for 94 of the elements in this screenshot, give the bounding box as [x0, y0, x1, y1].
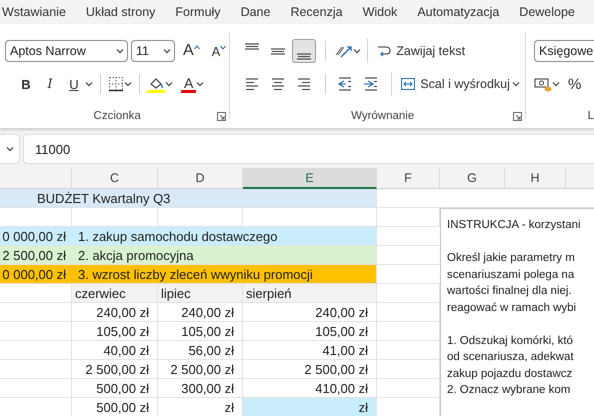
font-color-button[interactable]: A: [181, 75, 196, 93]
increase-indent-icon: [363, 76, 380, 92]
ribbon-tab[interactable]: Dewelope: [509, 5, 585, 19]
scenario-label: 3. wzrost liczby zleceń wwyniku promocji: [77, 266, 313, 282]
dialog-launcher-icon: [217, 112, 226, 121]
value-cell: 105,00 zł: [243, 322, 377, 341]
instruction-text: wartości finalnej dla niej.: [447, 284, 572, 299]
amount-cell-text: 2 500,00 zł: [1, 248, 67, 262]
instruction-text: 2. Oznacz wybrane kom: [447, 383, 570, 398]
caret-icon: [353, 48, 362, 54]
grow-font-button[interactable]: A: [180, 40, 203, 62]
shrink-font-button[interactable]: A: [208, 40, 230, 62]
align-right-icon: [296, 76, 312, 92]
group-label: Czcionka: [94, 110, 141, 122]
align-top-icon: [245, 42, 260, 50]
value-cell: 240,00 zł: [158, 303, 243, 322]
caret-icon: [124, 81, 132, 87]
align-center-icon: [270, 76, 286, 92]
instruction-text: Określ jakie parametry m: [447, 251, 575, 266]
ribbon-tab[interactable]: Wstawianie: [0, 5, 76, 19]
font-size-dropdown[interactable]: 11: [131, 40, 175, 62]
value-cell: 41,00 zł: [243, 341, 377, 360]
underline-button[interactable]: U: [63, 73, 85, 95]
value-cell: 40,00 zł: [72, 341, 158, 360]
caret-icon: [6, 146, 14, 152]
empty-cell: [0, 303, 72, 322]
ribbon-tab[interactable]: Układ strony: [76, 5, 166, 19]
value-cell: 500,00 zł: [72, 379, 158, 398]
ribbon-tab[interactable]: Widok: [352, 5, 408, 19]
merge-cells-icon: [400, 76, 416, 92]
value-cell: 56,00 zł: [158, 341, 243, 360]
amount-cell-text: 0 000,00 zł: [1, 228, 67, 244]
amount-cell-text: 0 000,00 zł: [1, 266, 67, 282]
empty-cell: [0, 379, 72, 398]
caret-up-icon: [194, 44, 200, 50]
month-header: sierpień: [243, 284, 377, 303]
currency-format-icon: [534, 76, 552, 92]
sheet-title: BUDŻET Kwartalny Q3: [0, 189, 377, 208]
number-format-dropdown[interactable]: Księgowe: [534, 40, 594, 62]
instruction-text: zakup pojazdu dostawcz: [447, 366, 572, 382]
bold-button[interactable]: B: [15, 73, 37, 95]
month-header: lipiec: [158, 284, 243, 303]
formula-field[interactable]: 11000: [23, 134, 594, 164]
ribbon-tab[interactable]: Dane: [230, 5, 280, 19]
column-header[interactable]: E: [243, 168, 377, 189]
caret-icon: [196, 81, 204, 87]
scenario-label: 1. zakup samochodu dostawczego: [77, 228, 278, 244]
empty-cell: [0, 360, 72, 379]
column-header[interactable]: F: [377, 168, 440, 189]
column-header[interactable]: G: [440, 168, 505, 189]
decrease-indent-icon: [337, 76, 354, 92]
instruction-text: INSTRUKCJA - korzystani: [447, 218, 581, 233]
align-button[interactable]: [292, 39, 316, 63]
ribbon-tab[interactable]: Formuły: [165, 5, 231, 19]
caret-icon: [85, 81, 93, 87]
group-label: Wyrównanie: [351, 110, 414, 122]
font-dropdown[interactable]: Aptos Narrow: [5, 40, 128, 62]
value-cell: 2 500,00 zł: [158, 360, 243, 379]
caret-icon: [116, 48, 124, 54]
caret-icon: [163, 48, 171, 54]
caret-down-icon: [220, 44, 226, 50]
instruction-text: scenariuszami polega na: [447, 268, 574, 282]
wrap-text-button[interactable]: Zawijaj tekst: [374, 40, 468, 62]
value-cell: 2 500,00 zł: [72, 360, 158, 379]
caret-icon: [552, 81, 560, 87]
borders-icon: [108, 76, 124, 92]
value-cell: 2 500,00 zł: [243, 360, 377, 379]
ribbon-tab[interactable]: Automatyzacja: [407, 5, 510, 19]
instruction-text: reagować w ramach wybi: [447, 300, 576, 316]
value-cell: 300,00 zł: [158, 379, 243, 398]
value-cell: 240,00 zł: [72, 303, 158, 322]
value-cell: zł: [243, 398, 377, 416]
align-left-icon: [244, 76, 260, 92]
caret-icon: [165, 81, 173, 87]
italic-button[interactable]: I: [37, 73, 63, 95]
ribbon-tab[interactable]: Recenzja: [280, 5, 353, 19]
align-bottom-icon: [297, 52, 312, 60]
scenario-label: 2. akcja promocyjna: [77, 248, 194, 262]
column-header[interactable]: H: [505, 168, 566, 189]
value-cell: 240,00 zł: [243, 303, 377, 322]
month-header: czerwiec: [72, 284, 158, 303]
align-middle-icon: [271, 48, 286, 54]
value-cell: 105,00 zł: [158, 322, 243, 341]
instruction-text: 1. Odszukaj komórki, któ: [447, 334, 573, 348]
percent-button[interactable]: %: [568, 73, 582, 95]
empty-cell: [0, 322, 72, 341]
merge-center-button[interactable]: Scal i wyśrodkuj: [398, 73, 512, 95]
caret-icon: [512, 81, 520, 87]
group-label: L: [588, 110, 594, 122]
value-cell: 500,00 zł: [72, 398, 158, 416]
empty-cell: [0, 341, 72, 360]
dialog-launcher-icon: [513, 112, 522, 121]
instruction-text: od scenariusza, adekwat: [447, 350, 574, 365]
value-cell: 105,00 zł: [72, 322, 158, 341]
